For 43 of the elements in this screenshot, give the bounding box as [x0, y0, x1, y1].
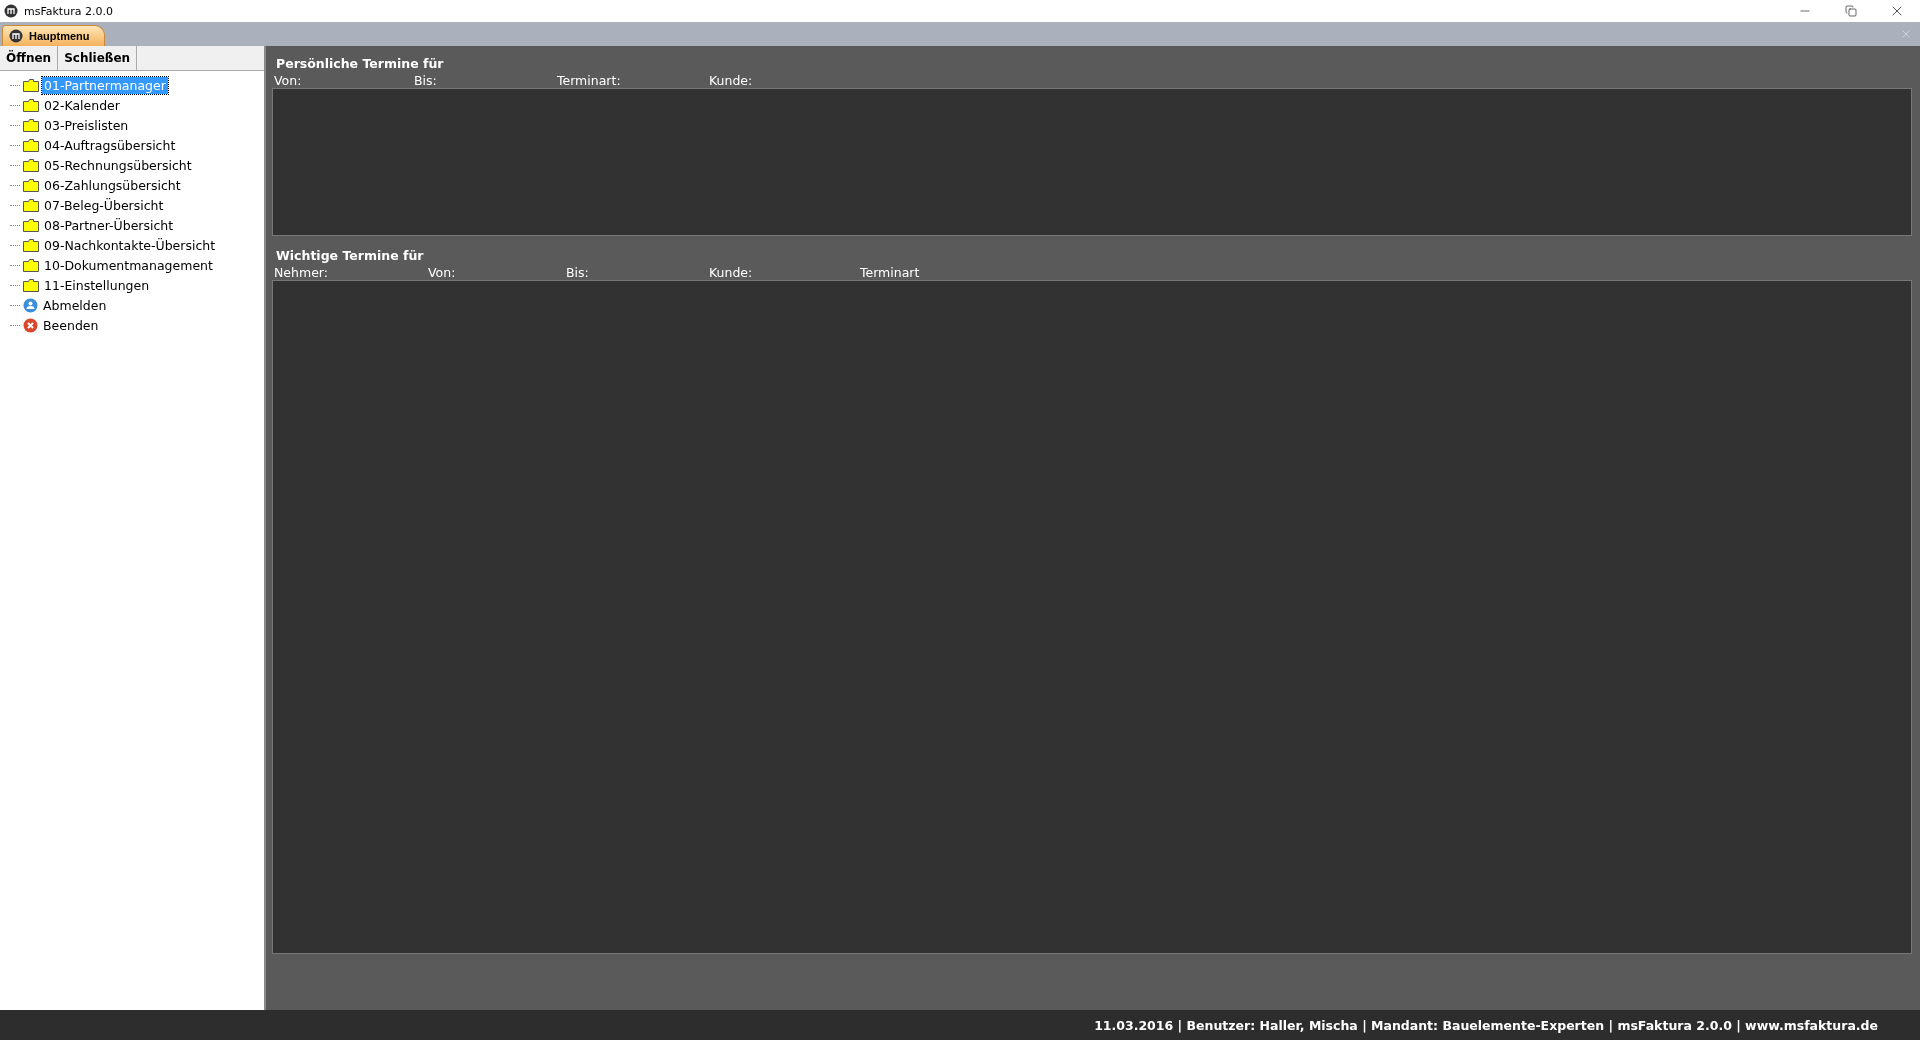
section-title: Wichtige Termine für	[276, 248, 425, 263]
window-title: msFaktura 2.0.0	[24, 4, 113, 18]
tree-item[interactable]: 07-Beleg-Übersicht	[42, 196, 166, 214]
column-header: Nehmer:	[274, 265, 329, 280]
tree-item[interactable]: 04-Auftragsübersicht	[42, 136, 178, 154]
folder-icon	[23, 178, 39, 192]
tree-item[interactable]: Beenden	[41, 316, 101, 334]
column-header: Terminart:	[557, 73, 622, 88]
column-header: Bis:	[566, 265, 590, 280]
logo-icon	[9, 29, 23, 43]
folder-icon	[23, 78, 39, 92]
folder-icon	[23, 138, 39, 152]
app-logo-icon	[4, 4, 18, 18]
folder-icon	[23, 198, 39, 212]
folder-icon	[23, 98, 39, 112]
status-bar: 11.03.2016 | Benutzer: Haller, Mischa | Mandant: Bauelemente-Experten | msFaktura 2.0.0 | www.msfaktura.de	[0, 1010, 1920, 1040]
tree-item[interactable]: 08-Partner-Übersicht	[42, 216, 176, 234]
close-icon	[23, 317, 38, 333]
column-header: Von:	[274, 73, 303, 88]
tree-item[interactable]: 11-Einstellungen	[42, 276, 152, 294]
folder-icon	[23, 258, 39, 272]
column-header: Terminart	[860, 265, 921, 280]
folder-icon	[23, 238, 39, 252]
column-header: Von:	[428, 265, 457, 280]
tab[interactable]: Hauptmenu	[2, 25, 105, 46]
tree-item[interactable]: 05-Rechnungsübersicht	[42, 156, 194, 174]
tree-item[interactable]: 03-Preislisten	[42, 116, 131, 134]
close-tab-icon[interactable]	[1900, 28, 1912, 40]
tree-item[interactable]: 10-Dokumentmanagement	[42, 256, 215, 274]
tree-item[interactable]: 02-Kalender	[42, 96, 122, 114]
restore-icon	[1845, 5, 1857, 17]
section-title: Persönliche Termine für	[276, 56, 445, 71]
folder-icon	[23, 158, 39, 172]
column-header: Bis:	[414, 73, 438, 88]
folder-icon	[23, 118, 39, 132]
tree-item[interactable]: 06-Zahlungsübersicht	[42, 176, 183, 194]
tree-item[interactable]: 09-Nachkontakte-Übersicht	[42, 236, 218, 254]
user-icon	[23, 297, 38, 313]
tree-item[interactable]: Abmelden	[41, 296, 109, 314]
column-header: Kunde:	[709, 73, 754, 88]
folder-icon	[23, 218, 39, 232]
folder-icon	[23, 278, 39, 292]
column-header: Kunde:	[709, 265, 754, 280]
